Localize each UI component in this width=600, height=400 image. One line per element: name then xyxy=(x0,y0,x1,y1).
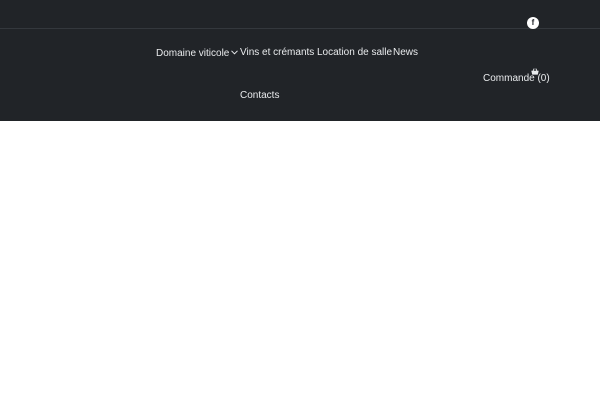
cart-link[interactable]: Commande (0) xyxy=(483,68,550,88)
nav-item-vins-et-cremants[interactable]: Vins et crémants xyxy=(240,47,314,59)
site-header: f Domaine viticole Vins et crémants Loca… xyxy=(0,0,600,121)
nav-item-label: Domaine viticole xyxy=(156,48,230,59)
facebook-link[interactable]: f xyxy=(527,17,539,29)
nav-item-label: News xyxy=(393,47,419,58)
top-bar: f xyxy=(0,0,600,29)
nav-item-news[interactable]: News xyxy=(393,47,418,59)
nav-item-domaine-viticole[interactable]: Domaine viticole xyxy=(156,48,239,60)
nav-item-label: Location de salle xyxy=(317,47,393,58)
nav-item-location-de-salle[interactable]: Location de salle xyxy=(317,47,392,59)
cart-label: Commande (0) xyxy=(483,73,550,84)
chevron-down-icon xyxy=(231,50,239,55)
nav-item-contacts[interactable]: Contacts xyxy=(240,90,279,102)
nav-item-label: Contacts xyxy=(240,90,280,101)
nav-item-label: Vins et crémants xyxy=(240,47,315,58)
page-content xyxy=(0,121,600,400)
facebook-icon: f xyxy=(531,18,535,27)
